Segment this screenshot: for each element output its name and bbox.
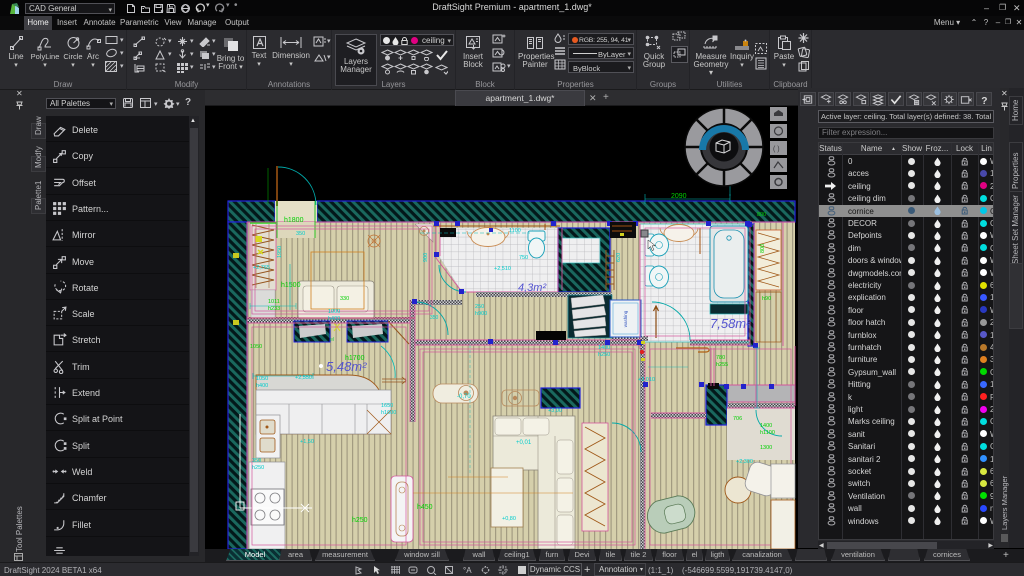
svg-text:250: 250 <box>475 304 484 310</box>
svg-text:+0,01: +0,01 <box>516 440 532 446</box>
svg-text:1100: 1100 <box>509 228 521 234</box>
svg-text:+0,80: +0,80 <box>502 516 516 522</box>
svg-text:h1100: h1100 <box>760 430 775 436</box>
svg-text:1300: 1300 <box>760 445 772 451</box>
svg-text:h900: h900 <box>475 311 487 317</box>
svg-text:?: ? <box>981 96 987 106</box>
svg-text:706: 706 <box>733 416 742 422</box>
svg-text:750: 750 <box>519 255 528 261</box>
svg-text:h250: h250 <box>352 517 368 524</box>
svg-text:el: el <box>330 337 334 343</box>
svg-text:5,48m²: 5,48m² <box>326 359 367 374</box>
svg-text:+2,765: +2,765 <box>253 265 270 271</box>
svg-text:1011: 1011 <box>268 299 280 305</box>
svg-text:7,58m²: 7,58m² <box>710 316 751 331</box>
svg-text:h250: h250 <box>598 352 610 358</box>
svg-text:1000: 1000 <box>328 309 340 315</box>
svg-text:h450: h450 <box>417 504 433 511</box>
svg-text:+1,50: +1,50 <box>300 439 314 445</box>
svg-text:1650: 1650 <box>381 403 393 409</box>
svg-text:1950: 1950 <box>277 246 283 258</box>
svg-text:1050: 1050 <box>250 344 262 350</box>
svg-text:h1500: h1500 <box>281 282 301 289</box>
svg-text:h1800: h1800 <box>284 217 304 224</box>
svg-text:1400: 1400 <box>598 345 610 351</box>
svg-text:800: 800 <box>757 212 766 218</box>
svg-text:620: 620 <box>616 253 622 262</box>
svg-text:900: 900 <box>423 253 429 262</box>
svg-text:h400: h400 <box>256 383 268 389</box>
svg-text:h250: h250 <box>252 465 264 471</box>
svg-text:h400: h400 <box>328 316 340 322</box>
svg-text:800: 800 <box>760 244 766 253</box>
svg-text:°A: °A <box>463 566 472 575</box>
svg-text:washing: washing <box>623 310 628 327</box>
svg-text:1050: 1050 <box>256 376 268 382</box>
svg-text:+2,510: +2,510 <box>494 266 511 272</box>
svg-text:1400: 1400 <box>760 423 772 429</box>
svg-text:( ): ( ) <box>773 146 780 153</box>
svg-text:h255: h255 <box>716 362 728 368</box>
svg-text:4,3m²: 4,3m² <box>518 282 546 294</box>
svg-text:h1600: h1600 <box>381 410 396 416</box>
svg-text:+3,010: +3,010 <box>638 377 655 383</box>
svg-text:h233: h233 <box>268 306 280 312</box>
svg-text:h90: h90 <box>762 296 771 302</box>
svg-text:+2,300: +2,300 <box>736 459 753 465</box>
svg-text:350: 350 <box>430 315 439 321</box>
svg-text:780: 780 <box>716 355 725 361</box>
svg-text:350: 350 <box>296 231 305 237</box>
svg-text:330: 330 <box>340 296 349 302</box>
svg-text:+3,00: +3,00 <box>548 408 562 414</box>
svg-text:350: 350 <box>252 458 261 464</box>
svg-text:-0,70: -0,70 <box>457 394 471 400</box>
